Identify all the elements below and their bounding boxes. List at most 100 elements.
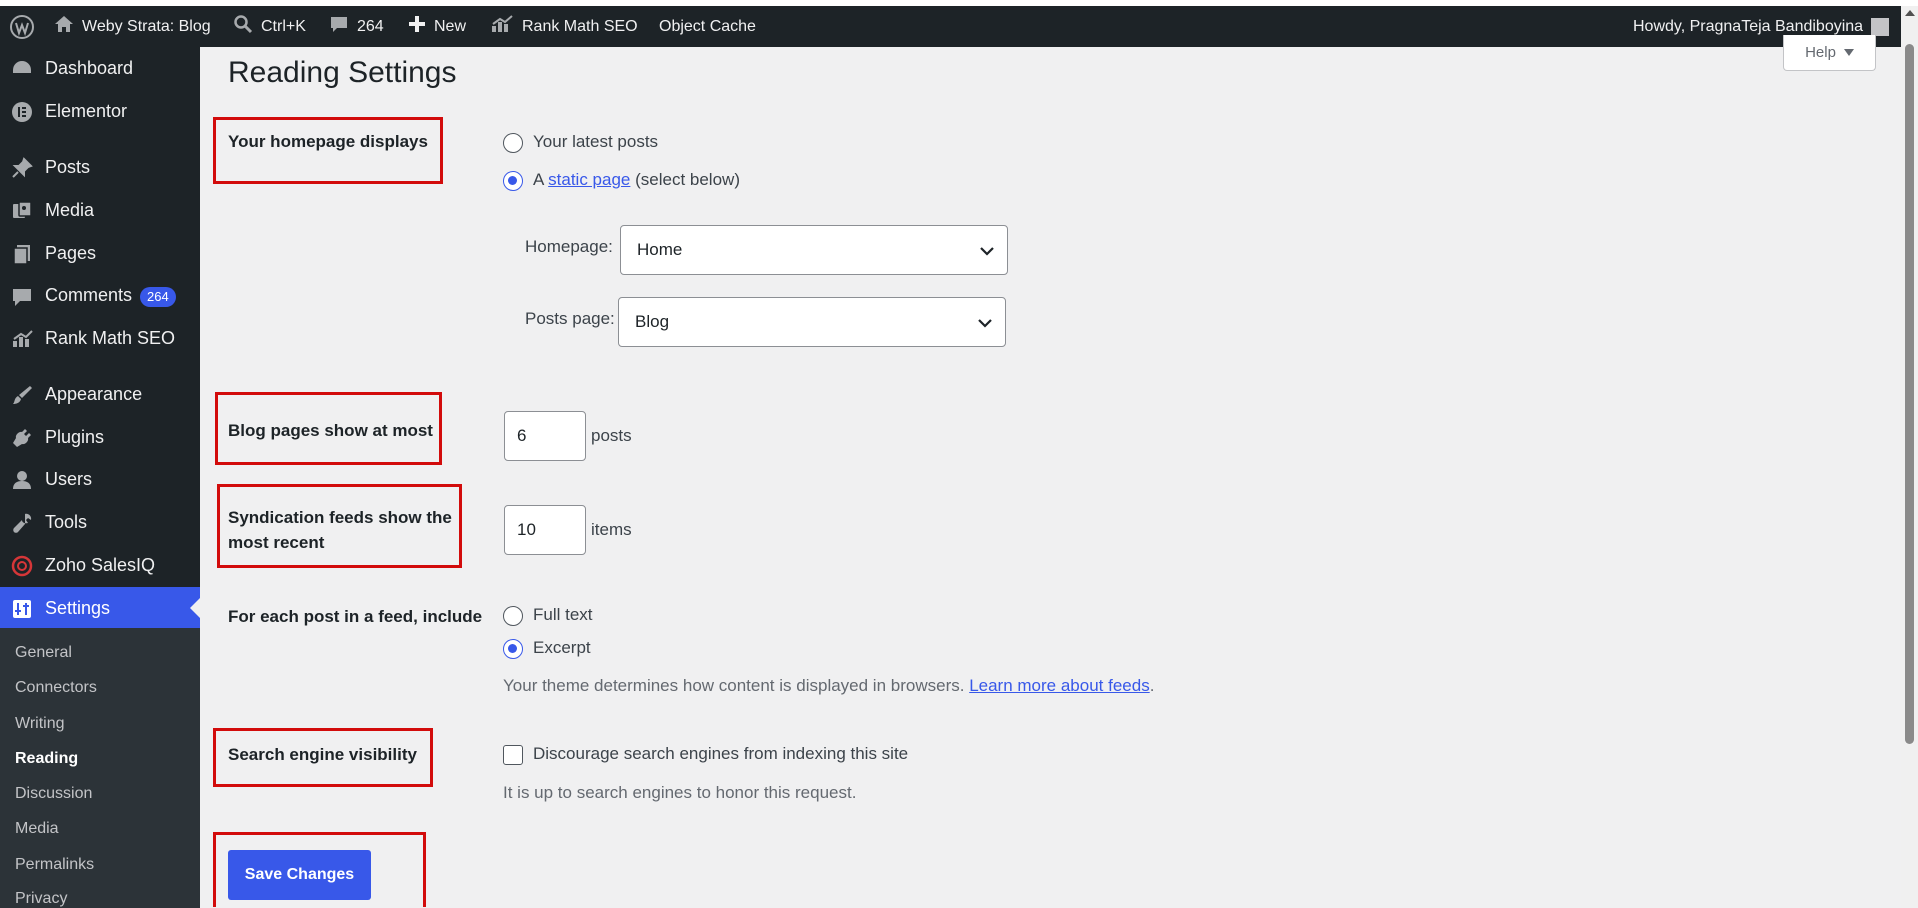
learn-more-feeds-link[interactable]: Learn more about feeds [969, 676, 1150, 695]
wordpress-logo-icon[interactable] [10, 6, 34, 47]
chevron-down-icon [977, 315, 993, 335]
syndication-label-line1: Syndication feeds show the [228, 508, 452, 527]
sidebar-item-settings[interactable]: Settings [0, 587, 200, 629]
homepage-displays-label: Your homepage displays [228, 132, 428, 151]
sidebar-item-label: Users [45, 468, 93, 489]
radio-full-text[interactable] [503, 606, 523, 626]
feed-desc-suffix: . [1149, 676, 1155, 695]
sidebar-item-label: Posts [45, 156, 91, 177]
search-visibility-label: Search engine visibility [228, 745, 417, 764]
search-shortcut[interactable]: Ctrl+K [233, 6, 306, 47]
sidebar-item-appearance[interactable]: Appearance [0, 373, 200, 415]
chevron-down-icon [979, 243, 995, 263]
help-label: Help [1805, 44, 1836, 61]
submenu-item-connectors[interactable]: Connectors [15, 679, 97, 697]
rank-math-label: Rank Math SEO [522, 17, 638, 35]
sidebar-item-plugins[interactable]: Plugins [0, 416, 200, 458]
sidebar-item-media[interactable]: Media [0, 189, 200, 231]
site-name: Weby Strata: Blog [82, 17, 211, 35]
static-page-link[interactable]: static page [548, 170, 630, 189]
media-icon [11, 200, 33, 222]
page-scrollbar[interactable] [1901, 6, 1918, 907]
submenu-item-privacy[interactable]: Privacy [15, 890, 67, 908]
avatar [1871, 17, 1890, 36]
feed-items-input[interactable]: 10 [504, 505, 586, 555]
option-static-page-label: A static page (select below) [533, 170, 740, 190]
sidebar-item-label: Comments [45, 285, 133, 305]
settings-submenu: General Connectors Writing Reading Discu… [0, 628, 200, 908]
radio-static-page[interactable] [503, 171, 523, 191]
posts-page-select[interactable]: Blog [618, 297, 1006, 347]
feed-description: Your theme determines how content is dis… [503, 676, 1154, 696]
posts-page-select-label: Posts page: [525, 309, 615, 328]
sidebar-item-comments[interactable]: Comments 264 [0, 275, 200, 317]
sidebar-item-label: Dashboard [45, 57, 134, 78]
new-label: New [434, 17, 467, 35]
admin-bar: Weby Strata: Blog Ctrl+K 264 New Rank Ma… [0, 6, 1918, 47]
comment-icon [329, 14, 349, 39]
sidebar-item-zoho-salesiq[interactable]: Zoho SalesIQ [0, 544, 200, 586]
discourage-search-checkbox[interactable] [503, 745, 523, 765]
sidebar-item-users[interactable]: Users [0, 458, 200, 500]
syndication-label: Syndication feeds show the most recent [228, 505, 452, 555]
comments-link[interactable]: 264 [329, 6, 384, 47]
sidebar-item-pages[interactable]: Pages [0, 232, 200, 274]
static-suffix: (select below) [635, 170, 740, 189]
scroll-up-arrow-icon[interactable] [1905, 10, 1915, 16]
zoho-icon [11, 555, 33, 577]
submenu-item-writing[interactable]: Writing [15, 715, 65, 733]
posts-per-page-input[interactable]: 6 [504, 411, 586, 461]
submenu-item-general[interactable]: General [15, 644, 72, 662]
option-latest-posts-label: Your latest posts [533, 132, 659, 151]
option-full-text-label: Full text [533, 605, 593, 624]
pushpin-icon [11, 157, 33, 179]
sidebar-item-label: Appearance [45, 383, 143, 404]
posts-unit: posts [591, 426, 632, 445]
search-visibility-description: It is up to search engines to honor this… [503, 783, 857, 802]
homepage-select-label: Homepage: [525, 237, 613, 256]
sidebar-item-rank-math[interactable]: Rank Math SEO [0, 317, 200, 359]
current-menu-arrow [190, 598, 200, 618]
sidebar-item-label: Pages [45, 242, 97, 263]
homepage-select[interactable]: Home [620, 225, 1008, 275]
dashboard-icon [11, 58, 33, 80]
sidebar-item-posts[interactable]: Posts [0, 146, 200, 188]
radio-latest-posts[interactable] [503, 133, 523, 153]
comments-badge: 264 [140, 287, 176, 307]
caret-down-icon [1843, 44, 1854, 61]
sidebar-item-label: Rank Math SEO [45, 327, 176, 348]
save-changes-button[interactable]: Save Changes [228, 850, 371, 900]
wrench-icon [11, 512, 33, 534]
help-button[interactable]: Help [1783, 35, 1876, 71]
syndication-label-line2: most recent [228, 533, 325, 552]
submenu-item-discussion[interactable]: Discussion [15, 785, 92, 803]
sidebar-item-dashboard[interactable]: Dashboard [0, 47, 200, 89]
search-shortcut-label: Ctrl+K [261, 17, 306, 35]
rank-math-link[interactable]: Rank Math SEO [490, 6, 638, 47]
option-excerpt-label: Excerpt [533, 638, 591, 657]
submenu-item-media[interactable]: Media [15, 820, 59, 838]
radio-excerpt[interactable] [503, 639, 523, 659]
comment-icon [11, 286, 33, 308]
settings-icon [11, 598, 33, 620]
sidebar-item-label: Settings [45, 597, 111, 618]
sidebar-item-label: Media [45, 199, 95, 220]
object-cache-link[interactable]: Object Cache [659, 6, 756, 47]
submenu-item-permalinks[interactable]: Permalinks [15, 856, 94, 874]
admin-sidebar: Dashboard Elementor Posts Media Pages Co… [0, 47, 200, 908]
new-content-link[interactable]: New [408, 6, 466, 47]
posts-page-select-value: Blog [635, 312, 670, 331]
sidebar-item-label: Elementor [45, 100, 128, 121]
plus-icon [408, 15, 426, 38]
sidebar-item-elementor[interactable]: Elementor [0, 90, 200, 132]
chart-icon [490, 14, 514, 39]
scroll-thumb[interactable] [1905, 44, 1914, 744]
pages-icon [11, 243, 33, 265]
howdy-text: Howdy, PragnaTeja Bandiboyina [1633, 17, 1864, 35]
submenu-item-reading[interactable]: Reading [15, 750, 78, 768]
items-unit: items [591, 520, 632, 539]
object-cache-label: Object Cache [659, 17, 756, 35]
plug-icon [11, 427, 33, 449]
sidebar-item-tools[interactable]: Tools [0, 501, 200, 543]
site-name-link[interactable]: Weby Strata: Blog [54, 6, 211, 47]
